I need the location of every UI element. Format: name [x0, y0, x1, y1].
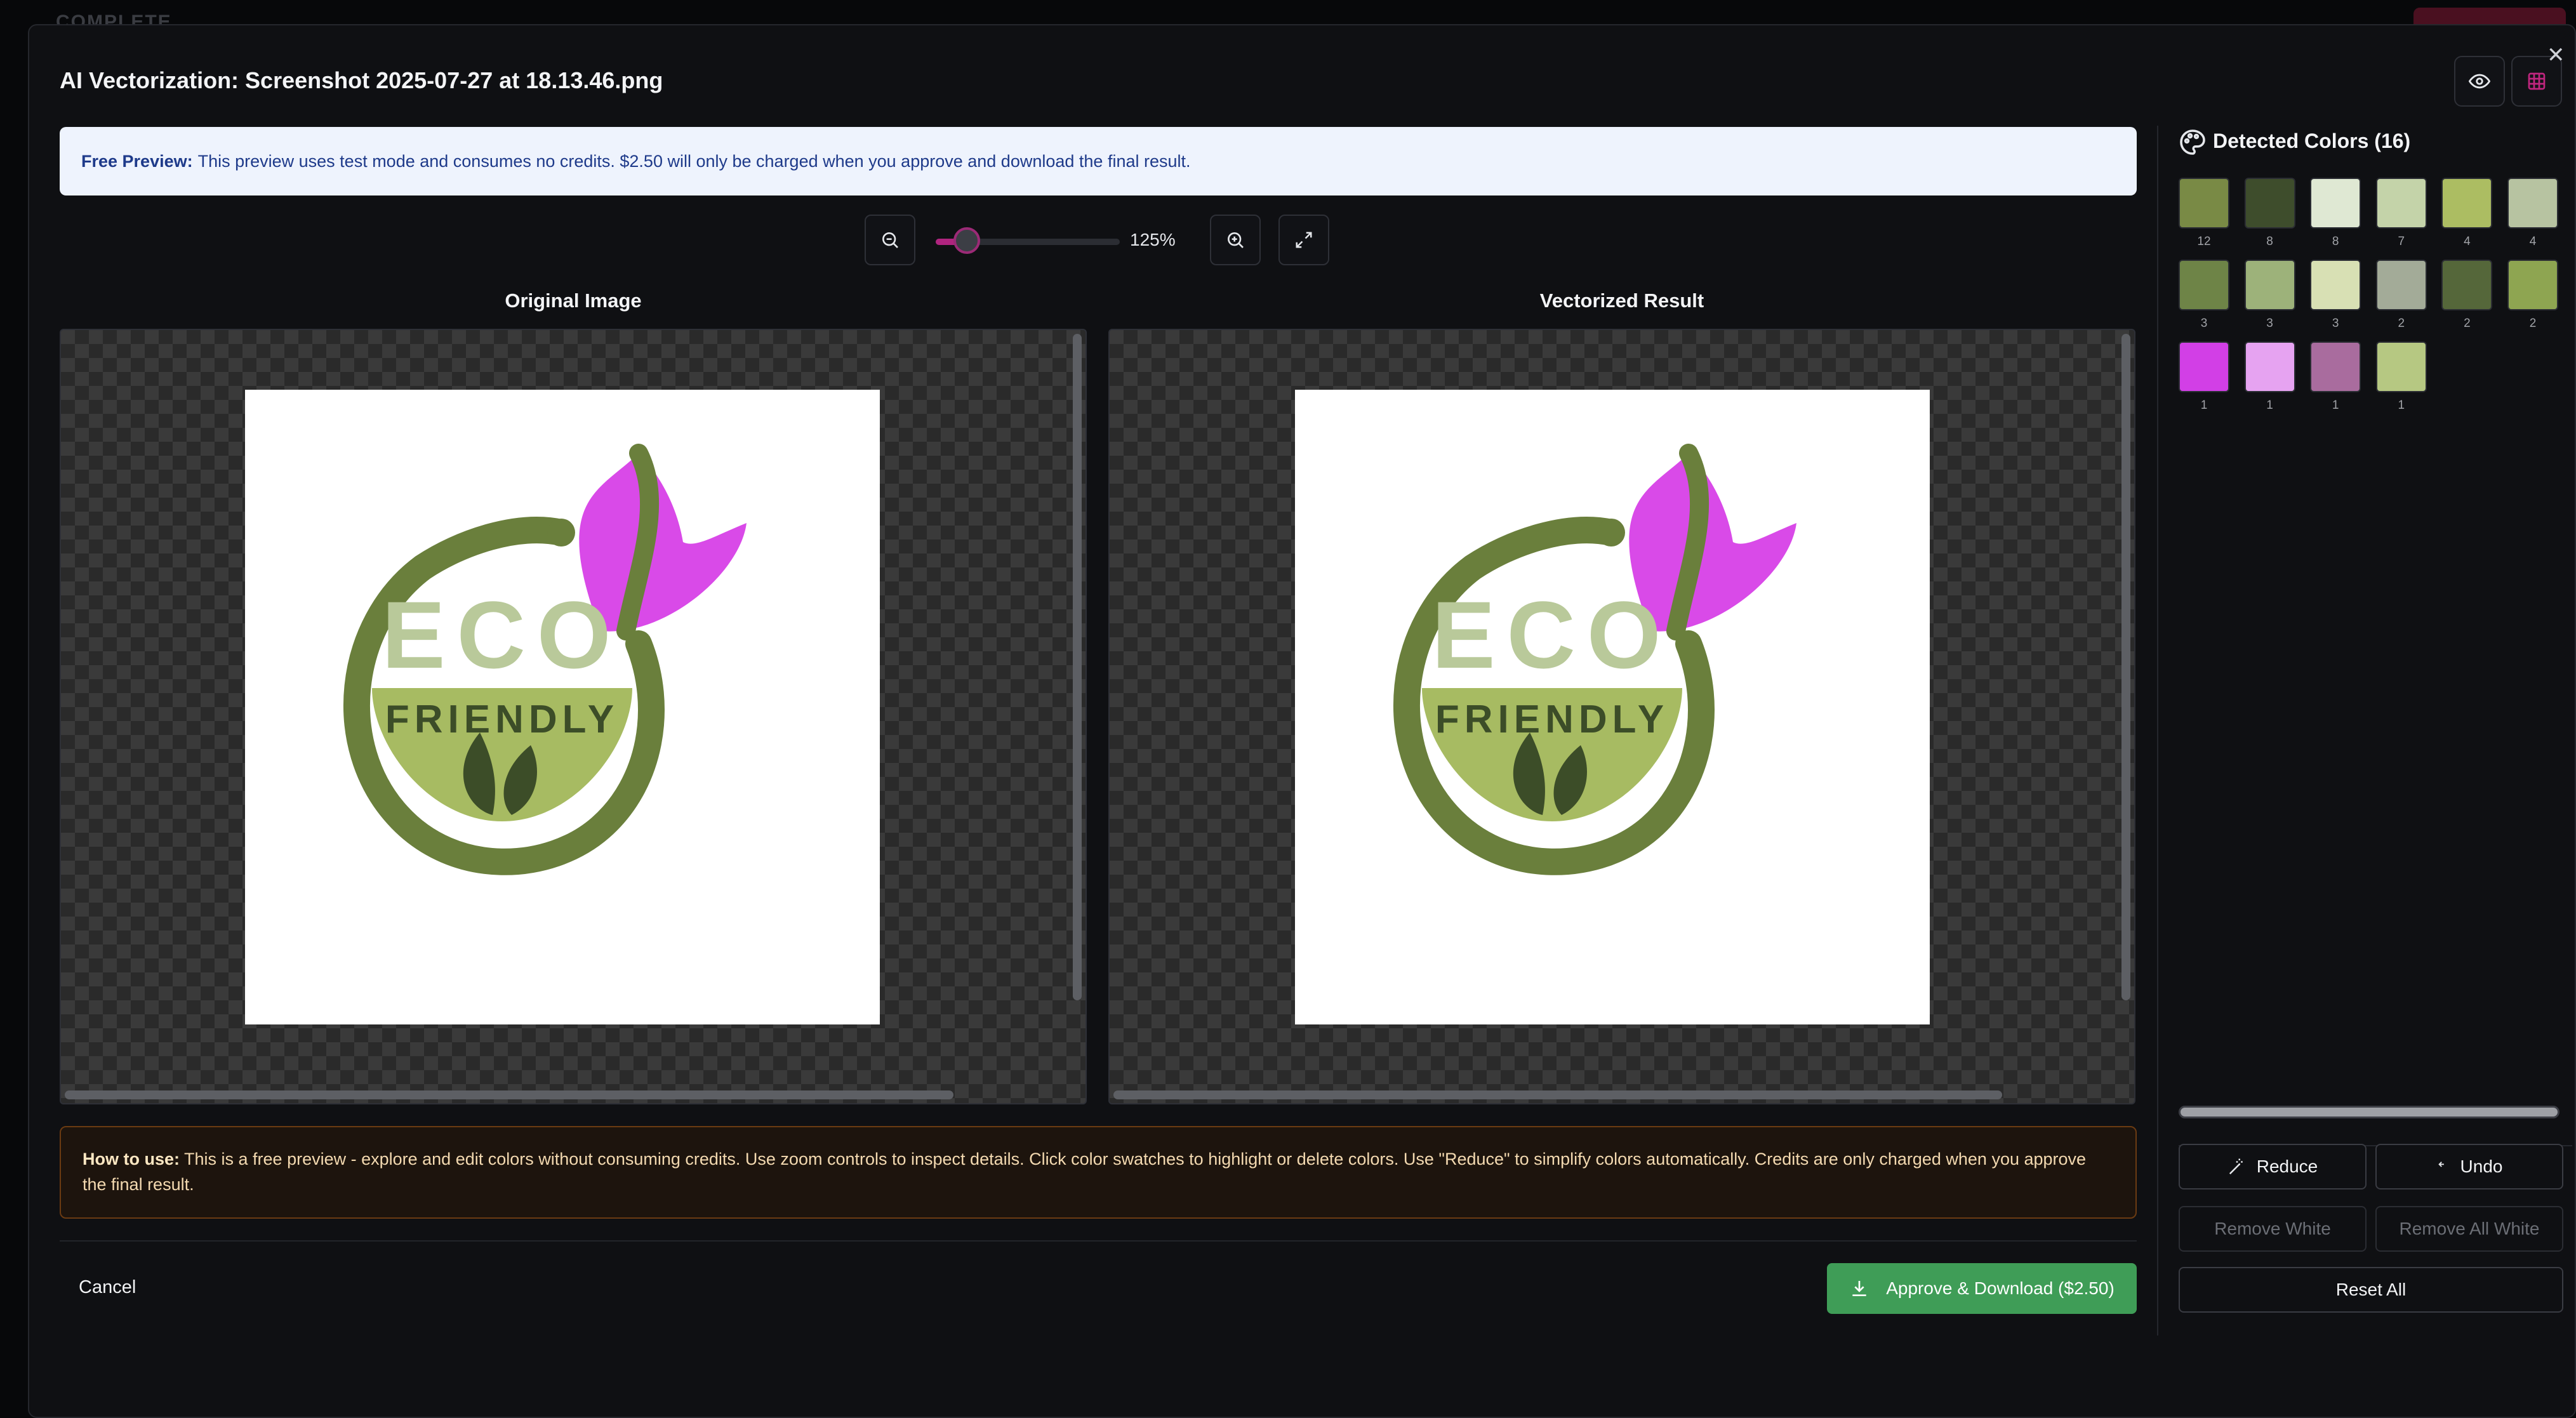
- magic-wand-icon: [2229, 1158, 2243, 1175]
- grid-icon: [2528, 72, 2546, 90]
- color-swatch[interactable]: [2179, 178, 2229, 229]
- result-vertical-scrollbar[interactable]: [2121, 334, 2130, 1000]
- color-swatch[interactable]: [2441, 178, 2493, 229]
- cancel-button[interactable]: Cancel: [79, 1277, 136, 1298]
- color-swatch-count: 1: [2200, 399, 2208, 412]
- how-to-use-text: This is a free preview - explore and edi…: [83, 1150, 2087, 1194]
- remove-all-white-button[interactable]: Remove All White: [2375, 1206, 2563, 1252]
- color-swatch[interactable]: [2310, 260, 2361, 310]
- remove-white-button[interactable]: Remove White: [2179, 1206, 2367, 1252]
- preview-toggle-button[interactable]: [2454, 56, 2505, 107]
- logo-eco-text: ECO: [382, 581, 622, 688]
- color-swatch[interactable]: [2375, 178, 2427, 229]
- color-swatch-count: 1: [2398, 399, 2405, 412]
- color-swatch-count: 2: [2464, 317, 2471, 330]
- logo-friendly-text: FRIENDLY: [385, 698, 619, 741]
- how-to-use-notice: How to use: This is a free preview - exp…: [60, 1126, 2137, 1219]
- original-image-canvas: ECO FRIENDLY: [245, 390, 880, 1024]
- color-swatch[interactable]: [2179, 341, 2229, 392]
- logo-friendly-text: FRIENDLY: [1435, 698, 1669, 741]
- approve-download-button[interactable]: Approve & Download ($2.50): [1827, 1263, 2137, 1314]
- original-horizontal-scrollbar[interactable]: [65, 1090, 953, 1099]
- zoom-level: 125%: [1130, 230, 1176, 249]
- original-vertical-scrollbar[interactable]: [1073, 334, 1082, 1000]
- zoom-in-icon: [1228, 232, 1244, 248]
- vectorized-result-canvas: ECO FRIENDLY: [1295, 390, 1930, 1024]
- free-preview-banner: Free Preview: This preview uses test mod…: [60, 127, 2137, 195]
- color-swatch-count: 2: [2529, 317, 2537, 330]
- color-swatch-count: 3: [2200, 317, 2208, 330]
- color-swatch[interactable]: [2244, 178, 2295, 229]
- free-preview-label: Free Preview:: [81, 151, 193, 171]
- download-icon: [1852, 1281, 1866, 1296]
- color-swatch[interactable]: [2310, 341, 2361, 392]
- footer-divider: [60, 1240, 2137, 1242]
- undo-label: Undo: [2460, 1156, 2503, 1176]
- color-swatch-count: 3: [2266, 317, 2273, 330]
- color-swatch[interactable]: [2310, 178, 2361, 229]
- logo-eco-text: ECO: [1431, 581, 1672, 688]
- color-swatch[interactable]: [2244, 341, 2295, 392]
- zoom-out-button[interactable]: [865, 215, 915, 265]
- color-swatch[interactable]: [2507, 260, 2558, 310]
- vectorization-modal: AI Vectorization: Screenshot 2025-07-27 …: [28, 24, 2576, 1418]
- close-icon[interactable]: ✕: [2547, 44, 2565, 66]
- how-to-use-label: How to use:: [83, 1150, 180, 1169]
- color-swatch-count: 8: [2332, 235, 2339, 248]
- panel-separator: [2157, 126, 2158, 1335]
- color-swatch[interactable]: [2375, 341, 2427, 392]
- color-swatch-count: 8: [2266, 235, 2273, 248]
- reduce-label: Reduce: [2256, 1156, 2318, 1176]
- color-swatch-count: 2: [2398, 317, 2405, 330]
- reset-all-button[interactable]: Reset All: [2179, 1267, 2563, 1313]
- color-swatch-count: 1: [2332, 399, 2339, 412]
- color-swatch[interactable]: [2179, 260, 2229, 310]
- eye-icon: [2469, 74, 2490, 89]
- color-swatch[interactable]: [2507, 178, 2558, 229]
- color-swatch-count: 4: [2464, 235, 2471, 248]
- color-swatch-count: 12: [2197, 235, 2211, 248]
- modal-title: AI Vectorization: Screenshot 2025-07-27 …: [60, 67, 663, 93]
- vectorized-result-pane[interactable]: ECO FRIENDLY: [1108, 329, 2135, 1104]
- detected-colors-title: Detected Colors (16): [2213, 129, 2411, 152]
- approve-download-label: Approve & Download ($2.50): [1886, 1278, 2115, 1298]
- reduce-button[interactable]: Reduce: [2179, 1144, 2367, 1189]
- swatch-panel-scrollbar[interactable]: [2179, 1106, 2559, 1118]
- color-swatch[interactable]: [2375, 260, 2427, 310]
- eco-friendly-logo-original: ECO FRIENDLY: [343, 444, 747, 875]
- zoom-in-button[interactable]: [1210, 215, 1261, 265]
- expand-icon: [1296, 232, 1312, 248]
- color-swatch-count: 7: [2398, 235, 2405, 248]
- undo-icon: [2438, 1162, 2444, 1167]
- original-image-title: Original Image: [505, 289, 642, 312]
- color-swatch-count: 1: [2266, 399, 2273, 412]
- undo-button[interactable]: Undo: [2375, 1144, 2563, 1189]
- color-swatch[interactable]: [2244, 260, 2295, 310]
- original-image-pane[interactable]: ECO FRIENDLY: [60, 329, 1087, 1104]
- palette-icon: [2180, 129, 2205, 155]
- free-preview-text: This preview uses test mode and consumes…: [197, 151, 1191, 171]
- color-swatch-count: 3: [2332, 317, 2339, 330]
- zoom-out-icon: [882, 232, 898, 248]
- vectorized-result-title: Vectorized Result: [1539, 289, 1704, 312]
- result-horizontal-scrollbar[interactable]: [1113, 1090, 2002, 1099]
- zoom-slider[interactable]: [936, 227, 1120, 254]
- fit-screen-button[interactable]: [1278, 215, 1329, 265]
- color-swatch[interactable]: [2441, 260, 2493, 310]
- eco-friendly-logo-vectorized: ECO FRIENDLY: [1393, 444, 1796, 875]
- zoom-slider-thumb[interactable]: [953, 227, 981, 254]
- color-swatch-count: 4: [2529, 235, 2537, 248]
